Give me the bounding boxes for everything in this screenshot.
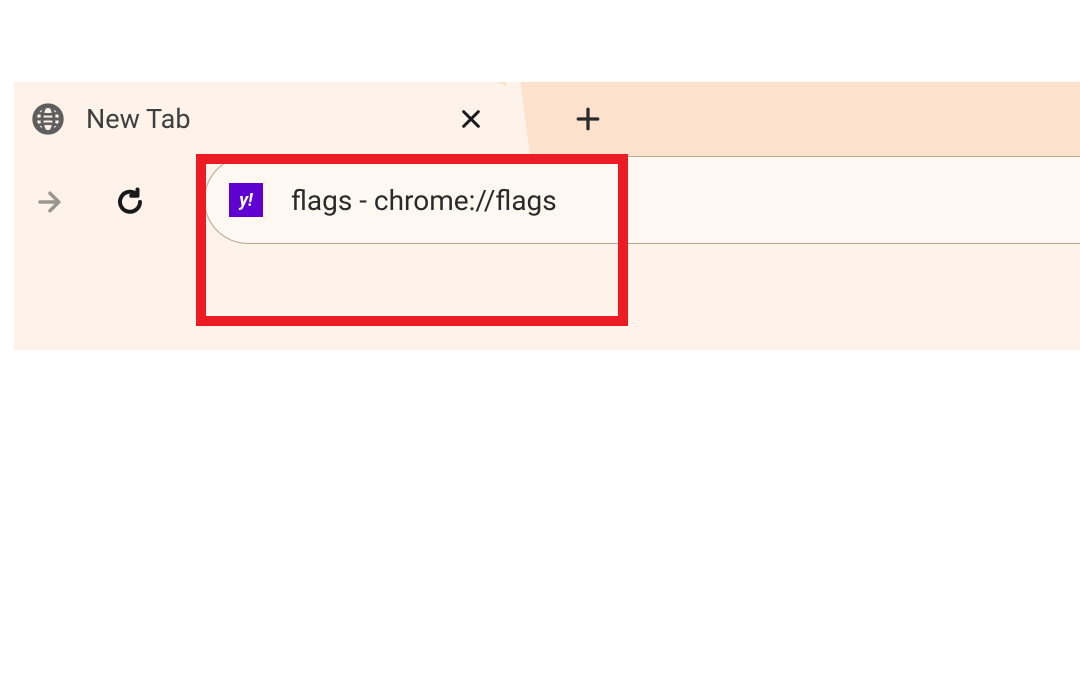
address-bar[interactable]: y! flags - chrome://flags [204,156,1080,244]
forward-arrow-icon [35,187,65,217]
forward-button[interactable] [32,184,68,220]
nav-buttons [32,184,148,220]
omnibox-wrapper: y! flags - chrome://flags [204,156,1080,244]
plus-icon [575,106,601,132]
browser-tab[interactable]: New Tab [14,82,512,156]
reload-icon [115,187,145,217]
tab-title: New Tab [86,103,434,135]
site-icon-label: y! [239,190,253,211]
toolbar: y! flags - chrome://flags [14,156,1080,262]
reload-button[interactable] [112,184,148,220]
close-icon [460,108,482,130]
yahoo-icon: y! [229,183,263,217]
content-area [14,262,1080,350]
close-tab-button[interactable] [456,104,486,134]
browser-chrome: New Tab [14,82,1080,350]
address-text: flags - chrome://flags [291,184,557,217]
new-tab-button[interactable] [558,82,618,156]
globe-icon [32,103,64,135]
tab-bar: New Tab [14,82,1080,156]
